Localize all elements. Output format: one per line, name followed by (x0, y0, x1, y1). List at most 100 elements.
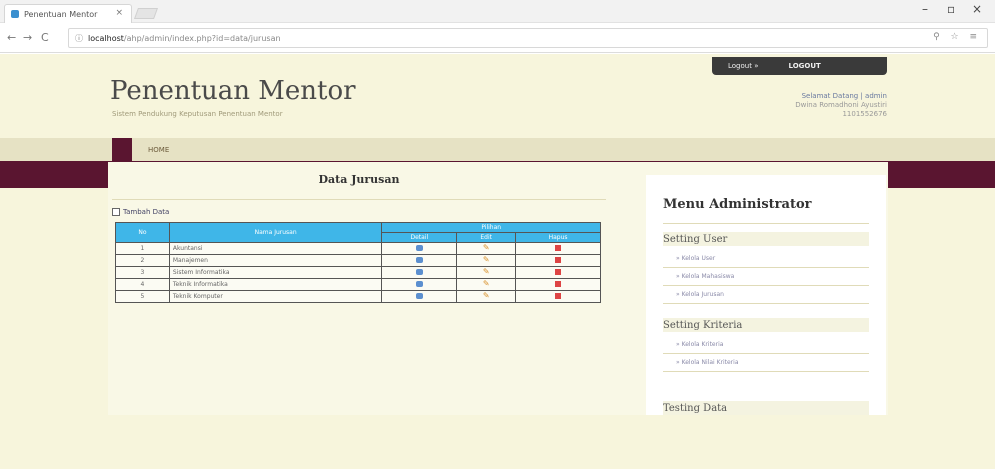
col-nama-jurusan: Nama Jurusan (168, 222, 383, 243)
table-row: 4 Teknik Informatika ✎ (115, 278, 601, 291)
sidebar-item-kelola-kriteria[interactable]: » Kelola Kriteria (676, 341, 723, 348)
divider (663, 267, 869, 268)
edit-icon[interactable]: ✎ (483, 268, 490, 276)
site-info-icon[interactable]: ⓘ (75, 33, 83, 44)
tab-close-icon[interactable]: × (115, 8, 123, 18)
divider (112, 199, 606, 200)
delete-icon[interactable] (555, 280, 562, 287)
cell-hapus (515, 290, 601, 303)
maximize-icon[interactable]: ▫ (947, 2, 955, 16)
logged-in-link[interactable]: Logout » (712, 62, 758, 70)
add-icon (112, 208, 120, 216)
address-bar: ← → C ⓘ localhost /ahp/admin/index.php?i… (0, 23, 995, 53)
cell-detail (381, 266, 458, 279)
delete-icon[interactable] (555, 268, 562, 275)
cell-no: 5 (115, 290, 170, 303)
cell-nama: Manajemen (168, 254, 383, 267)
omnibox-actions-icon[interactable]: ⚲ ☆ ≡ (933, 32, 981, 42)
reload-icon[interactable]: C (41, 31, 49, 44)
url-host: localhost (88, 33, 124, 43)
table-row: 2 Manajemen ✎ (115, 254, 601, 267)
logout-button[interactable]: LOGOUT (758, 62, 820, 70)
cell-edit: ✎ (456, 278, 517, 291)
view-icon[interactable] (415, 292, 423, 299)
cell-nama: Sistem Informatika (168, 266, 383, 279)
divider (663, 285, 869, 286)
edit-icon[interactable]: ✎ (483, 256, 490, 264)
cell-detail (381, 242, 458, 255)
table-row: 3 Sistem Informatika ✎ (115, 266, 601, 279)
divider (663, 353, 869, 354)
user-id: 1101552676 (842, 110, 887, 118)
window-close-icon[interactable]: × (972, 2, 982, 16)
cell-hapus (515, 278, 601, 291)
delete-icon[interactable] (555, 244, 562, 251)
cell-nama: Teknik Informatika (168, 278, 383, 291)
add-data-label: Tambah Data (123, 208, 170, 216)
cell-detail (381, 254, 458, 267)
nav-item-home[interactable]: HOME (112, 138, 169, 161)
url-path: /ahp/admin/index.php?id=data/jurusan (123, 33, 281, 43)
welcome-line: Selamat Datang | admin (801, 92, 887, 100)
section-testing-data: Testing Data (663, 401, 869, 415)
cell-hapus (515, 242, 601, 255)
section-setting-user: Setting User (663, 232, 869, 246)
cell-hapus (515, 254, 601, 267)
cell-no: 4 (115, 278, 170, 291)
sidebar-item-kelola-jurusan[interactable]: » Kelola Jurusan (676, 291, 724, 298)
jurusan-table: No Nama Jurusan Pilihan Detail Edit Hapu… (115, 222, 601, 303)
edit-icon[interactable]: ✎ (483, 292, 490, 300)
user-fullname: Dwina Romadhoni Ayustiri (795, 101, 887, 109)
cell-edit: ✎ (456, 290, 517, 303)
divider (663, 303, 869, 304)
cell-nama: Akuntansi (168, 242, 383, 255)
col-no: No (115, 222, 170, 243)
col-hapus: Hapus (515, 232, 601, 243)
cell-edit: ✎ (456, 266, 517, 279)
main-panel: Data Jurusan Tambah Data No Nama Jurusan… (112, 173, 606, 303)
table-row: 1 Akuntansi ✎ (115, 242, 601, 255)
forward-icon[interactable]: → (23, 31, 32, 44)
cell-edit: ✎ (456, 254, 517, 267)
user-bar: Logout » LOGOUT (712, 57, 887, 75)
welcome-block: Selamat Datang | admin Dwina Romadhoni A… (795, 92, 887, 119)
view-icon[interactable] (415, 244, 423, 251)
add-data-link[interactable]: Tambah Data (112, 208, 169, 216)
browser-tab-bar: Penentuan Mentor × – ▫ × (0, 0, 995, 23)
col-detail: Detail (381, 232, 458, 243)
view-icon[interactable] (415, 256, 423, 263)
nav-home-label: HOME (148, 145, 170, 154)
cell-hapus (515, 266, 601, 279)
edit-icon[interactable]: ✎ (483, 244, 490, 252)
table-row: 5 Teknik Komputer ✎ (115, 290, 601, 303)
cell-no: 1 (115, 242, 170, 255)
section-setting-kriteria: Setting Kriteria (663, 318, 869, 332)
back-icon[interactable]: ← (7, 31, 16, 44)
col-pilihan: Pilihan (381, 222, 601, 233)
browser-tab[interactable]: Penentuan Mentor × (4, 4, 132, 23)
divider (663, 371, 869, 372)
nav-active-marker (112, 138, 132, 161)
url-input[interactable]: ⓘ localhost /ahp/admin/index.php?id=data… (68, 28, 988, 48)
col-edit: Edit (456, 232, 517, 243)
tab-title: Penentuan Mentor (24, 9, 98, 19)
cell-edit: ✎ (456, 242, 517, 255)
minimize-icon[interactable]: – (922, 2, 928, 16)
new-tab-button[interactable] (133, 8, 159, 19)
view-icon[interactable] (415, 268, 423, 275)
sidebar-title: Menu Administrator (663, 197, 812, 212)
edit-icon[interactable]: ✎ (483, 280, 490, 288)
cell-nama: Teknik Komputer (168, 290, 383, 303)
cell-no: 3 (115, 266, 170, 279)
delete-icon[interactable] (555, 292, 562, 299)
view-icon[interactable] (415, 280, 423, 287)
sidebar-item-kelola-nilai-kriteria[interactable]: » Kelola Nilai Kriteria (676, 359, 739, 366)
sidebar-item-kelola-user[interactable]: » Kelola User (676, 255, 715, 262)
cell-detail (381, 278, 458, 291)
page-title: Data Jurusan (318, 173, 400, 186)
divider (663, 223, 869, 224)
admin-sidebar: Menu Administrator Setting User » Kelola… (646, 175, 886, 415)
delete-icon[interactable] (555, 256, 562, 263)
sidebar-item-kelola-mahasiswa[interactable]: » Kelola Mahasiswa (676, 273, 734, 280)
favicon-icon (11, 10, 19, 18)
